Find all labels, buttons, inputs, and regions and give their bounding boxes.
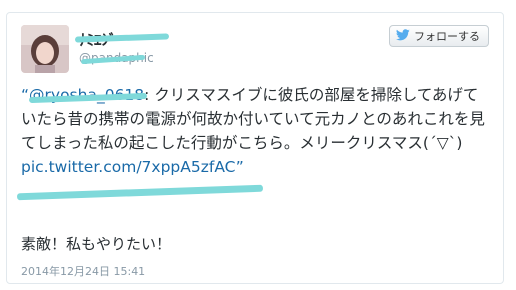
photo-link[interactable]: pic.twitter.com/7xppA5zfAC” xyxy=(21,158,244,176)
follow-button[interactable]: フォローする xyxy=(389,25,489,47)
follow-button-label: フォローする xyxy=(414,30,480,43)
timestamp[interactable]: 2014年12月24日 15:41 xyxy=(21,263,145,279)
twitter-bird-icon xyxy=(395,28,410,44)
embedded-tweet-card: ﾅﾐｴｼﾞ @pandaphic フォローする “@ryosha_0618: ク… xyxy=(6,12,504,284)
redaction-scribble-link xyxy=(16,184,264,201)
avatar[interactable] xyxy=(21,25,69,73)
reply-text: 素敵！私もやりたい！ xyxy=(21,235,172,253)
